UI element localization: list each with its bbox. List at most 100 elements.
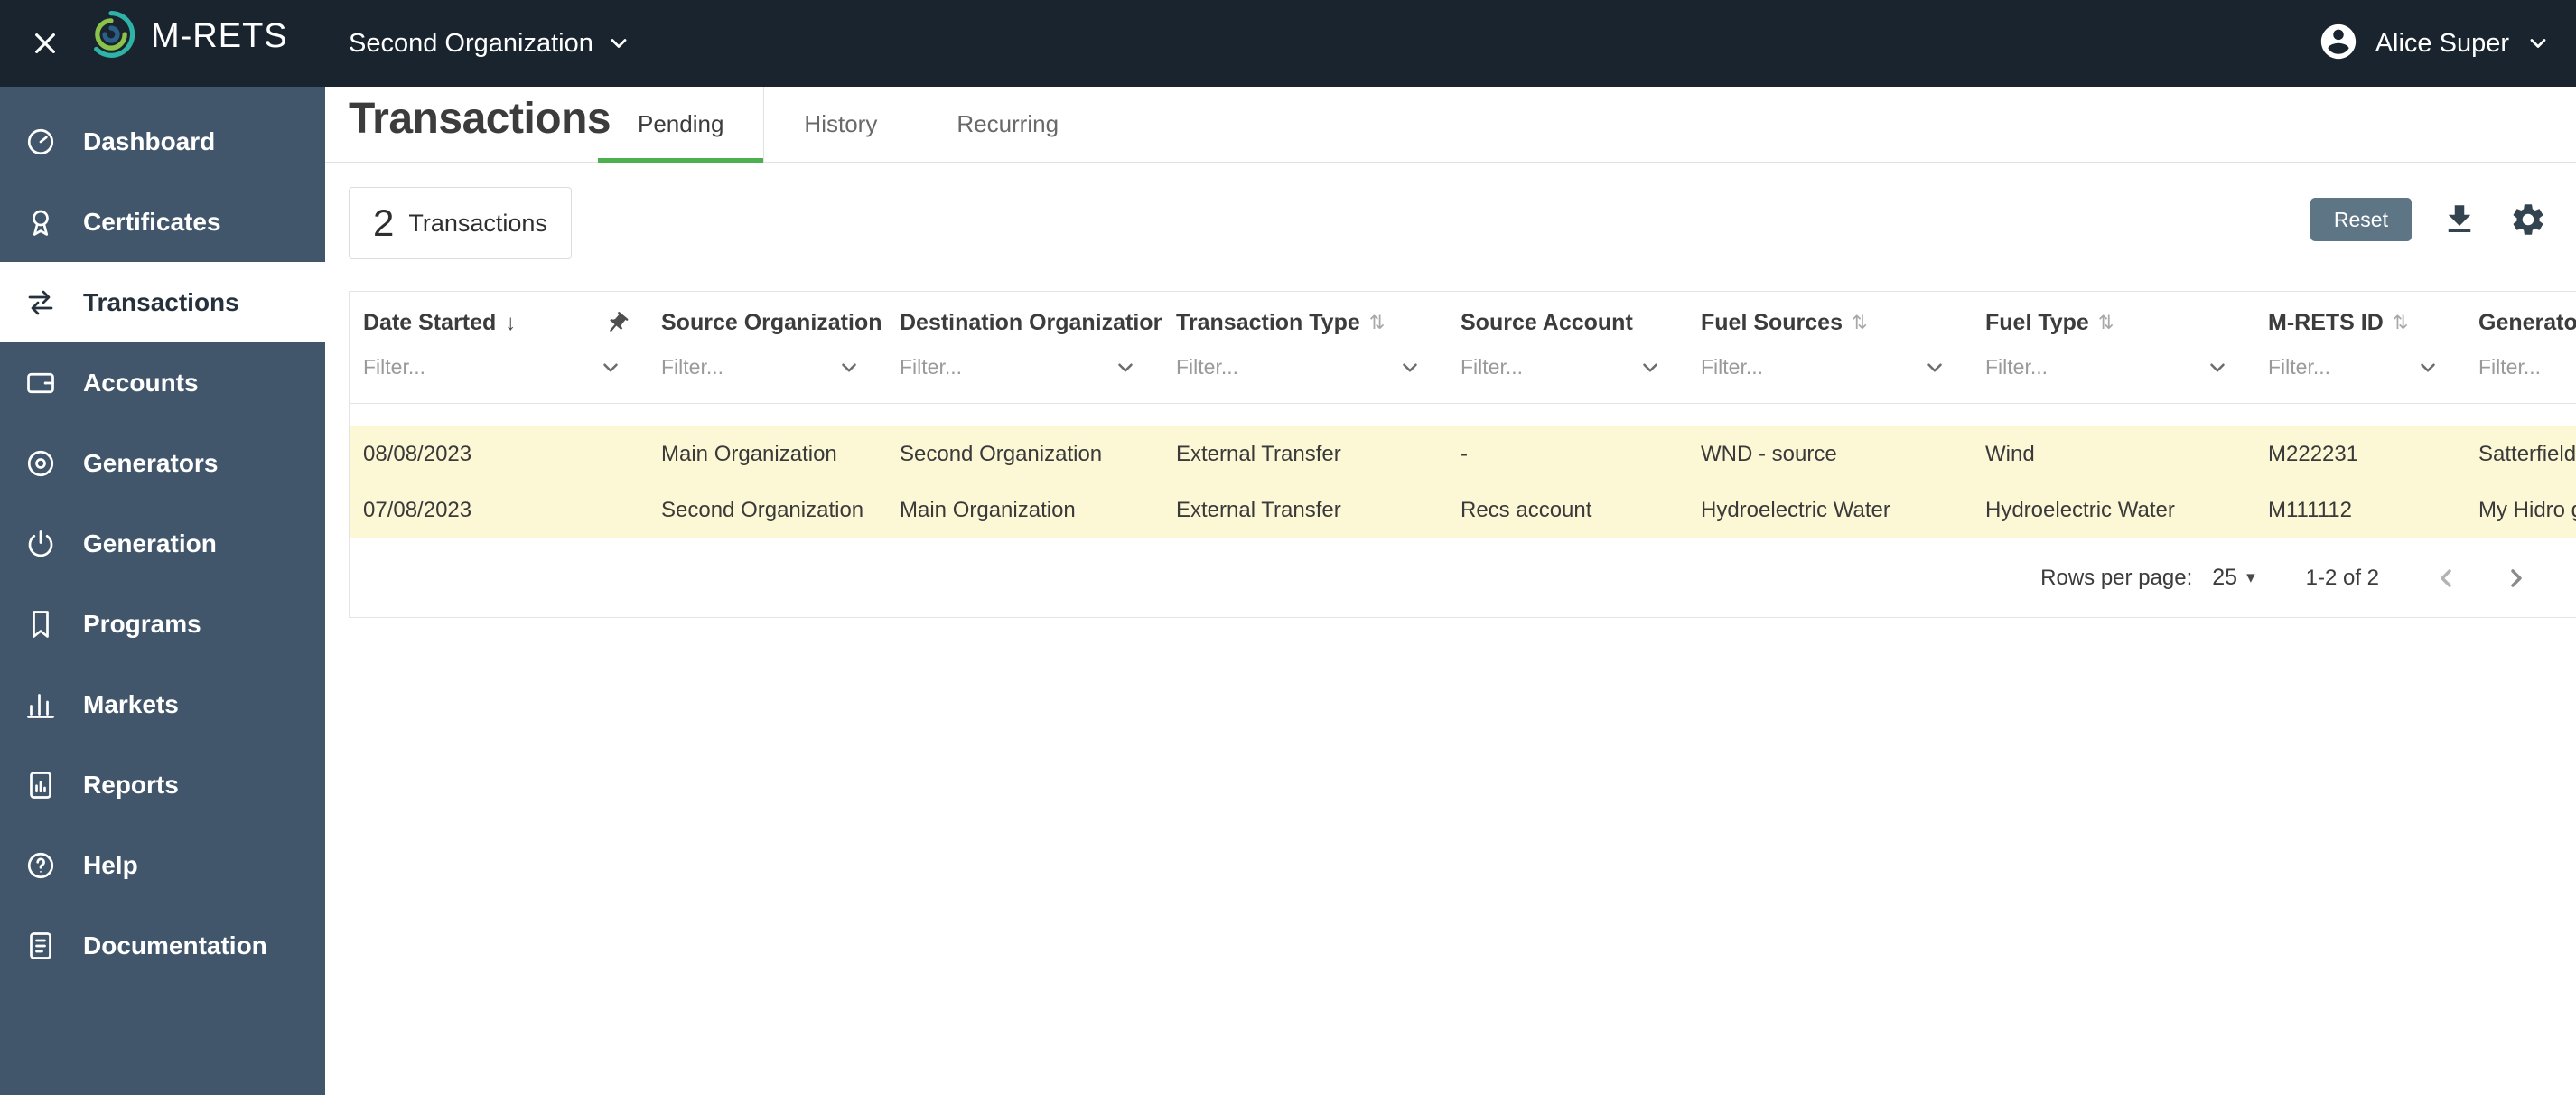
sidebar-item-label: Generation: [83, 529, 217, 557]
sidebar-item-programs[interactable]: Programs: [0, 584, 325, 664]
gear-icon[interactable]: [2507, 199, 2549, 240]
filter-placeholder: Filter...: [2268, 355, 2331, 379]
markets-icon: [23, 688, 58, 722]
transactions-icon: [23, 285, 58, 320]
filter-placeholder: Filter...: [2478, 355, 2542, 379]
previous-page-button[interactable]: [2424, 557, 2468, 600]
chevron-down-icon: [2416, 356, 2440, 379]
sidebar-item-label: Reports: [83, 770, 179, 799]
tab-label: Recurring: [957, 110, 1059, 137]
column-label: M-RETS ID: [2268, 310, 2384, 335]
transactions-count-label: Transactions: [408, 209, 547, 237]
sort-icon: ⇅: [2097, 313, 2114, 333]
table-row[interactable]: 07/08/2023 Second Organization Main Organi…: [350, 482, 2576, 538]
user-name: Alice Super: [2375, 28, 2509, 58]
filter-dropdown-fuel-sources[interactable]: Filter...: [1701, 347, 1946, 388]
column-header-destination-organization[interactable]: Destination Organization: [886, 292, 1162, 343]
table-cell: Second Organization: [661, 498, 864, 522]
chevron-down-icon: [837, 356, 861, 379]
sidebar-item-reports[interactable]: Reports: [0, 744, 325, 825]
filter-dropdown-fuel-type[interactable]: Filter...: [1985, 347, 2229, 388]
dropdown-arrow-icon: ▾: [2246, 568, 2255, 587]
sidebar-item-label: Transactions: [83, 287, 239, 316]
tabs: Pending History Recurring: [598, 87, 1098, 163]
column-label: Fuel Sources: [1701, 310, 1843, 335]
sidebar-item-transactions[interactable]: Transactions: [0, 262, 325, 342]
sidebar-item-label: Dashboard: [83, 126, 216, 155]
brand[interactable]: M-RETS: [86, 9, 288, 64]
tab-label: History: [804, 110, 878, 137]
topbar: M-RETS Second Organization Alice Super: [0, 0, 2576, 87]
table-toolbar: Reset: [2310, 198, 2549, 241]
column-header-m-rets-id[interactable]: M-RETS ID ⇅: [2254, 292, 2465, 343]
programs-icon: [23, 607, 58, 641]
rows-per-page-value: 25: [2212, 565, 2238, 590]
transactions-count-box: 2 Transactions: [349, 187, 572, 259]
filter-cell-transaction-type: Filter...: [1162, 343, 1447, 403]
table-cell: Main Organization: [900, 498, 1076, 522]
chevron-down-icon: [1923, 356, 1946, 379]
sidebar-item-accounts[interactable]: Accounts: [0, 342, 325, 423]
tab-pending[interactable]: Pending: [598, 87, 765, 163]
filter-placeholder: Filter...: [1461, 355, 1524, 379]
filter-dropdown-destination-organization[interactable]: Filter...: [900, 347, 1137, 388]
column-header-date-started[interactable]: Date Started ↓: [350, 292, 648, 343]
column-header-source-account[interactable]: Source Account: [1447, 292, 1687, 343]
column-header-fuel-type[interactable]: Fuel Type ⇅: [1972, 292, 2254, 343]
filter-placeholder: Filter...: [1985, 355, 2049, 379]
sidebar-item-documentation[interactable]: Documentation: [0, 905, 325, 986]
sidebar-item-markets[interactable]: Markets: [0, 664, 325, 744]
sidebar-item-generation[interactable]: Generation: [0, 503, 325, 584]
sidebar-item-generators[interactable]: Generators: [0, 423, 325, 503]
filter-cell-source-account: Filter...: [1447, 343, 1687, 403]
reset-button[interactable]: Reset: [2310, 198, 2412, 241]
filter-dropdown-m-rets-id[interactable]: Filter...: [2268, 347, 2440, 388]
dashboard-icon: [23, 125, 58, 159]
user-menu[interactable]: Alice Super: [2318, 0, 2551, 87]
table-cell: Recs account: [1461, 498, 1592, 522]
tab-recurring[interactable]: Recurring: [917, 87, 1098, 162]
pin-icon[interactable]: [604, 311, 630, 336]
avatar-icon: [2318, 21, 2359, 67]
table-cell: My Hidro g: [2478, 498, 2576, 522]
filter-cell-date-started: Filter...: [350, 343, 648, 403]
page-title: Transactions: [349, 95, 611, 143]
table-cell: Wind: [1985, 442, 2035, 466]
download-icon[interactable]: [2439, 199, 2480, 240]
sidebar-item-help[interactable]: Help: [0, 825, 325, 905]
sidebar-item-dashboard[interactable]: Dashboard: [0, 101, 325, 182]
filter-dropdown-generator[interactable]: Filter...: [2478, 347, 2576, 388]
sidebar-item-label: Documentation: [83, 931, 267, 959]
next-page-button[interactable]: [2495, 557, 2538, 600]
filter-dropdown-transaction-type[interactable]: Filter...: [1176, 347, 1422, 388]
filter-cell-fuel-sources: Filter...: [1687, 343, 1972, 403]
table-row[interactable]: 08/08/2023 Main Organization Second Organi…: [350, 426, 2576, 482]
table-header-row: Date Started ↓ Source Organization Destinat…: [350, 292, 2576, 343]
filter-dropdown-source-account[interactable]: Filter...: [1461, 347, 1662, 388]
page-header: Transactions Pending History Recurring: [325, 87, 2576, 163]
generation-icon: [23, 527, 58, 561]
filter-dropdown-date-started[interactable]: Filter...: [363, 347, 622, 388]
sidebar-item-certificates[interactable]: Certificates: [0, 182, 325, 262]
column-header-source-organization[interactable]: Source Organization: [648, 292, 886, 343]
filter-cell-destination-organization: Filter...: [886, 343, 1162, 403]
filter-dropdown-source-organization[interactable]: Filter...: [661, 347, 861, 388]
certificates-icon: [23, 205, 58, 239]
table-filter-row: Filter... Filter... Filter... Filter... Filt…: [350, 343, 2576, 403]
sidebar-item-label: Certificates: [83, 207, 221, 236]
column-header-generator[interactable]: Generator: [2465, 292, 2576, 343]
rows-per-page-select[interactable]: 25 ▾: [2212, 565, 2254, 591]
table-cell: WND - source: [1701, 442, 1837, 466]
main-content: Transactions Pending History Recurring 2 T…: [325, 87, 2576, 1095]
documentation-icon: [23, 929, 58, 963]
transactions-count: 2: [373, 201, 395, 244]
column-label: Destination Organization: [900, 310, 1162, 335]
column-header-fuel-sources[interactable]: Fuel Sources ⇅: [1687, 292, 1972, 343]
tab-history[interactable]: History: [764, 87, 917, 162]
close-icon[interactable]: [27, 25, 63, 61]
organization-selector[interactable]: Second Organization: [349, 0, 631, 87]
column-label: Date Started: [363, 310, 497, 335]
column-header-transaction-type[interactable]: Transaction Type ⇅: [1162, 292, 1447, 343]
table-cell: Hydroelectric Water: [1701, 498, 1890, 522]
generators-icon: [23, 446, 58, 481]
